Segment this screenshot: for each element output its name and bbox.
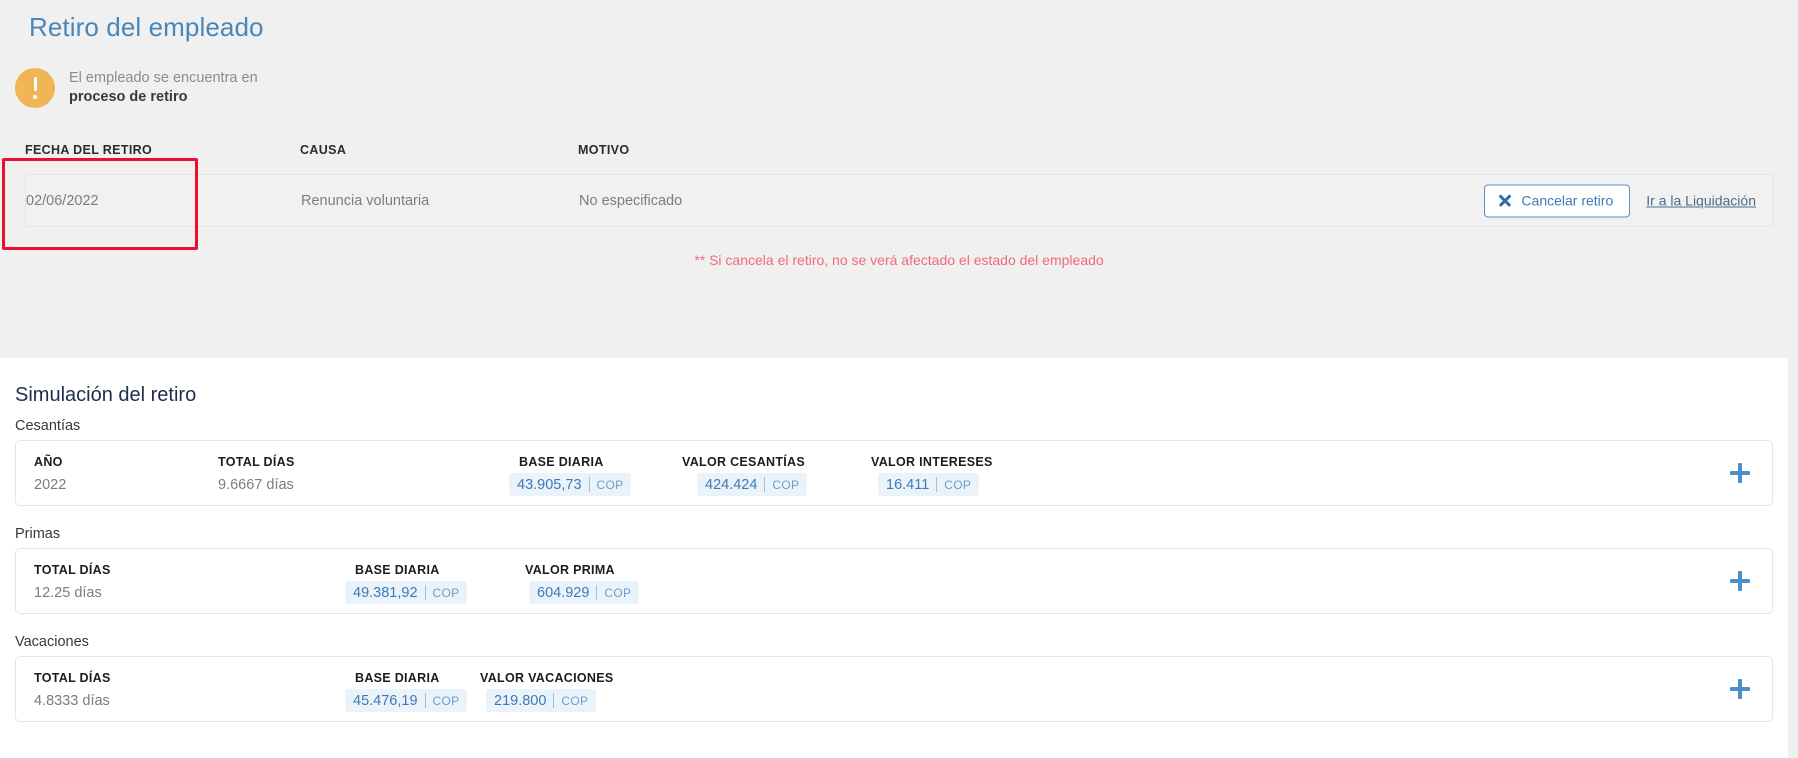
retiro-table-header: FECHA DEL RETIRO CAUSA MOTIVO	[0, 143, 1798, 167]
chip-separator	[596, 585, 598, 600]
value-valor-vacaciones: 219.800 COP	[486, 689, 597, 712]
section-label-vacaciones: Vacaciones	[15, 634, 89, 650]
chip-separator	[424, 693, 426, 708]
header-total-dias: TOTAL DÍAS	[34, 563, 111, 577]
cancel-warning-note: ** Si cancela el retiro, no se verá afec…	[694, 252, 1104, 268]
retiro-row-actions: Cancelar retiro Ir a la Liquidación	[1484, 184, 1756, 217]
value-base-diaria: 49.381,92 COP	[345, 581, 468, 604]
section-label-primas: Primas	[15, 526, 61, 542]
value-total-dias: 9.6667 días	[218, 477, 294, 493]
close-x-icon	[1498, 194, 1511, 207]
column-header-fecha-del-retiro: FECHA DEL RETIRO	[25, 143, 153, 157]
page-title: Retiro del empleado	[29, 12, 264, 42]
ir-a-liquidacion-link[interactable]: Ir a la Liquidación	[1646, 193, 1756, 209]
cell-fecha-del-retiro: 02/06/2022	[26, 192, 99, 209]
value-base-diaria: 43.905,73 COP	[509, 473, 632, 496]
value-valor-prima: 604.929 COP	[529, 581, 640, 604]
header-base-diaria: BASE DIARIA	[355, 563, 440, 577]
chip-separator	[764, 477, 766, 492]
valor-prima-currency: COP	[604, 585, 632, 600]
chip-separator	[936, 477, 938, 492]
header-base-diaria: BASE DIARIA	[519, 455, 604, 469]
retiro-empleado-page: Retiro del empleado El empleado se encue…	[0, 0, 1798, 758]
header-total-dias: TOTAL DÍAS	[34, 671, 111, 685]
retiro-header-region: Retiro del empleado El empleado se encue…	[0, 0, 1798, 358]
simulacion-region: Simulación del retiro Cesantías AÑO 2022…	[0, 358, 1798, 758]
cell-causa: Renuncia voluntaria	[301, 192, 430, 209]
primas-card: TOTAL DÍAS 12.25 días BASE DIARIA 49.381…	[15, 548, 1773, 614]
value-base-diaria: 45.476,19 COP	[345, 689, 468, 712]
cesantias-card: AÑO 2022 TOTAL DÍAS 9.6667 días BASE DIA…	[15, 440, 1773, 506]
chip-separator	[553, 693, 555, 708]
header-valor-prima: VALOR PRIMA	[525, 563, 615, 577]
section-label-cesantias: Cesantías	[15, 418, 81, 434]
value-total-dias: 12.25 días	[34, 585, 102, 601]
base-diaria-amount: 49.381,92	[353, 584, 418, 601]
value-anio: 2022	[34, 477, 67, 493]
alert-line-2: proceso de retiro	[69, 89, 188, 105]
simulacion-title: Simulación del retiro	[15, 384, 197, 406]
header-anio: AÑO	[34, 455, 63, 469]
chip-separator	[424, 585, 426, 600]
valor-cesantias-amount: 424.424	[705, 476, 758, 493]
value-valor-cesantias: 424.424 COP	[697, 473, 808, 496]
header-base-diaria: BASE DIARIA	[355, 671, 440, 685]
valor-vacaciones-currency: COP	[561, 693, 589, 708]
valor-prima-amount: 604.929	[537, 584, 590, 601]
cell-motivo: No especificado	[579, 192, 683, 209]
cancel-retiro-label: Cancelar retiro	[1521, 192, 1614, 209]
value-total-dias: 4.8333 días	[34, 693, 110, 709]
retiro-status-alert: El empleado se encuentra en proceso de r…	[15, 68, 258, 108]
header-valor-cesantias: VALOR CESANTÍAS	[682, 455, 806, 469]
valor-cesantias-currency: COP	[772, 477, 800, 492]
base-diaria-currency: COP	[432, 693, 460, 708]
alert-line-1: El empleado se encuentra en	[69, 70, 258, 86]
valor-intereses-amount: 16.411	[886, 476, 930, 493]
valor-vacaciones-amount: 219.800	[494, 692, 547, 709]
base-diaria-currency: COP	[432, 585, 460, 600]
retiro-table-row: 02/06/2022 Renuncia voluntaria No especi…	[25, 174, 1773, 227]
header-valor-vacaciones: VALOR VACACIONES	[480, 671, 614, 685]
base-diaria-currency: COP	[596, 477, 624, 492]
value-valor-intereses: 16.411 COP	[878, 473, 980, 496]
cancel-retiro-button[interactable]: Cancelar retiro	[1484, 184, 1631, 217]
column-header-causa: CAUSA	[300, 143, 347, 157]
exclamation-circle-icon	[15, 68, 55, 108]
column-header-motivo: MOTIVO	[578, 143, 630, 157]
base-diaria-amount: 45.476,19	[353, 692, 418, 709]
retiro-status-text: El empleado se encuentra en proceso de r…	[69, 69, 258, 107]
expand-vacaciones-plus-icon[interactable]	[1730, 679, 1750, 699]
header-total-dias: TOTAL DÍAS	[218, 455, 295, 469]
page-scrollbar[interactable]	[1788, 0, 1798, 758]
expand-primas-plus-icon[interactable]	[1730, 571, 1750, 591]
valor-intereses-currency: COP	[944, 477, 972, 492]
base-diaria-amount: 43.905,73	[517, 476, 582, 493]
expand-cesantias-plus-icon[interactable]	[1730, 463, 1750, 483]
vacaciones-card: TOTAL DÍAS 4.8333 días BASE DIARIA 45.47…	[15, 656, 1773, 722]
chip-separator	[588, 477, 590, 492]
header-valor-intereses: VALOR INTERESES	[871, 455, 993, 469]
